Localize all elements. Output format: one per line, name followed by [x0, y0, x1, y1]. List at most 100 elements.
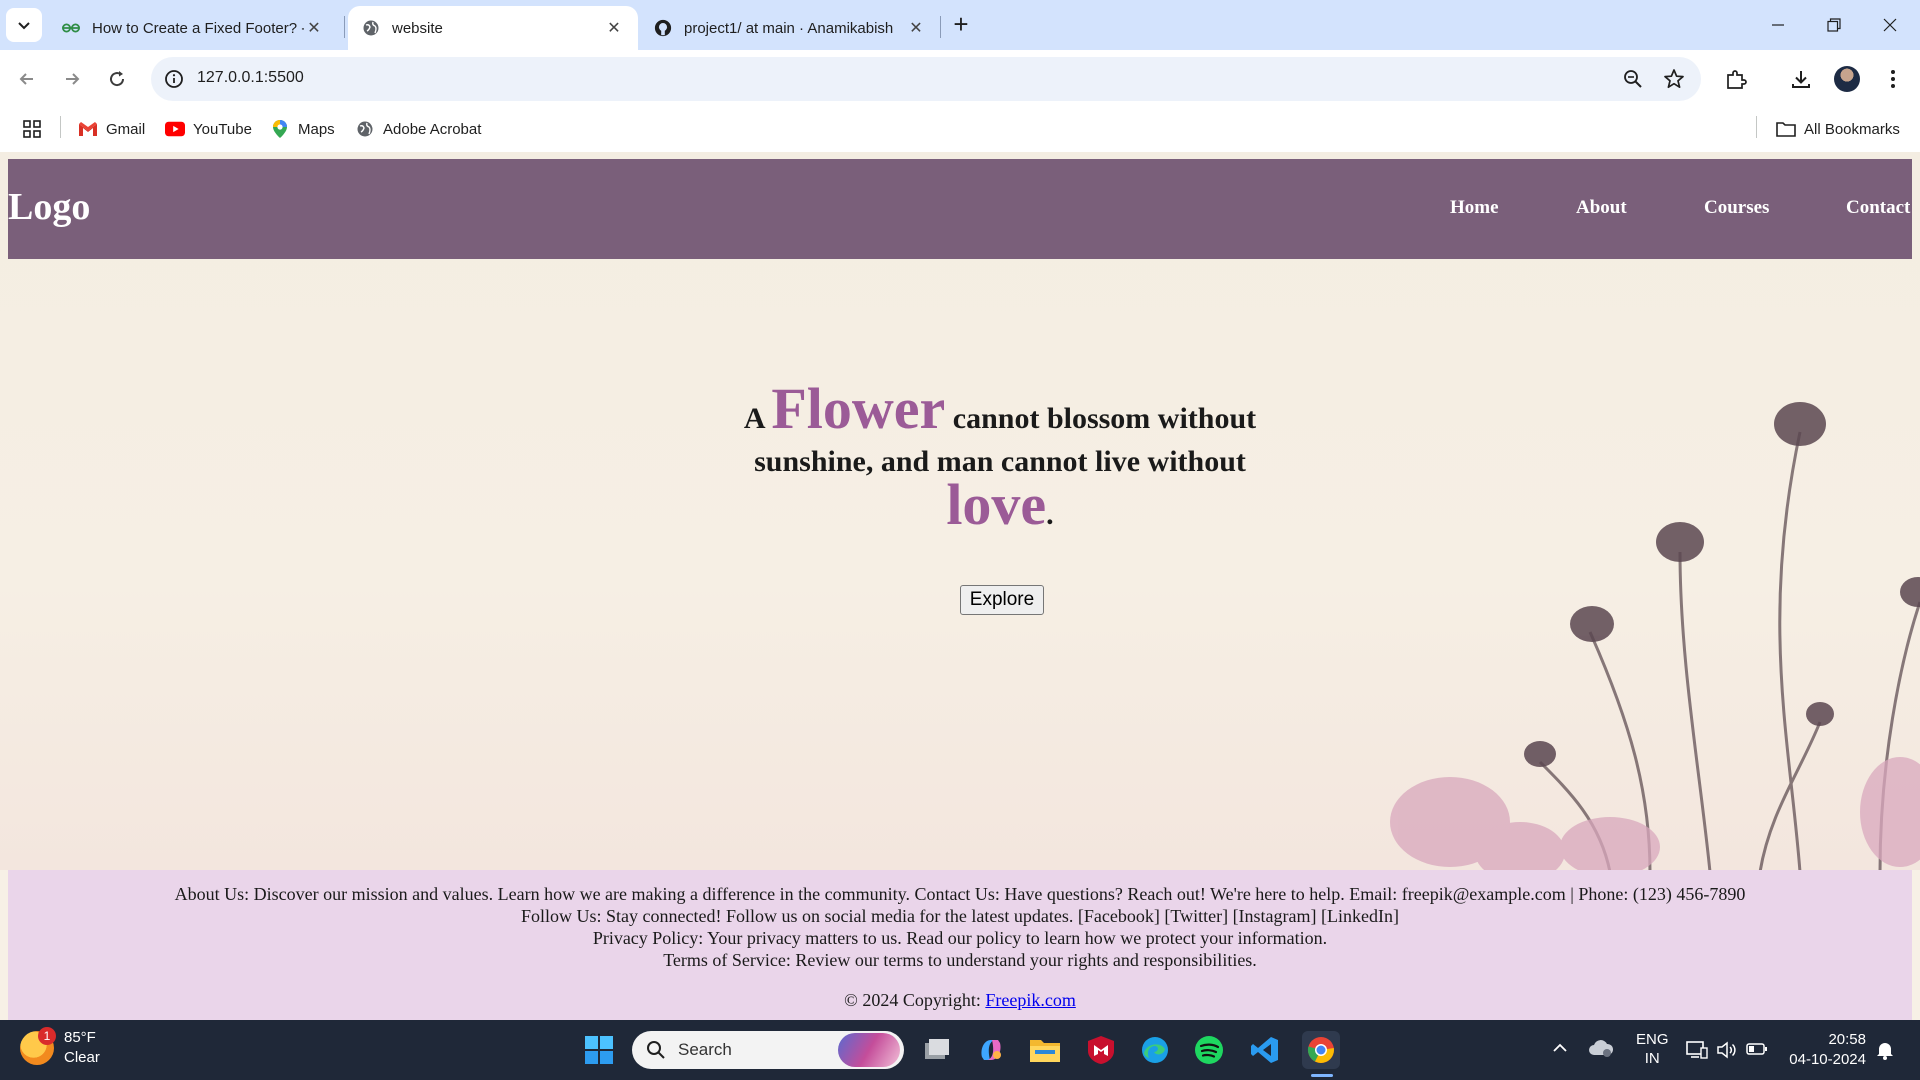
apps-grid-icon [23, 120, 41, 138]
bookmark-gmail[interactable]: Gmail [78, 116, 145, 142]
restore-button[interactable] [1814, 8, 1854, 42]
footer-terms: Terms of Service: Review our terms to un… [663, 950, 1257, 970]
nav-link-home[interactable]: Home [1450, 197, 1499, 219]
language-indicator[interactable]: ENG IN [1636, 1030, 1669, 1068]
close-window-button[interactable] [1870, 8, 1910, 42]
close-icon[interactable]: ✕ [604, 18, 624, 38]
edge-button[interactable] [1136, 1031, 1174, 1069]
reload-button[interactable] [102, 64, 132, 94]
cloud-icon [1589, 1040, 1614, 1057]
task-view-button[interactable] [918, 1031, 956, 1069]
footer-privacy: Privacy Policy: Your privacy matters to … [592, 928, 1328, 948]
github-icon [654, 19, 672, 37]
tab-title: website [392, 19, 443, 37]
apps-button[interactable] [22, 116, 42, 142]
system-clock[interactable]: 20:58 04-10-2024 [1782, 1030, 1866, 1070]
bookmark-label: Gmail [106, 120, 146, 138]
vscode-icon [1251, 1037, 1278, 1063]
bookmark-separator [1756, 116, 1757, 138]
restore-icon [1827, 18, 1841, 32]
all-bookmarks-button[interactable]: All Bookmarks [1776, 116, 1900, 142]
back-button[interactable] [12, 64, 42, 94]
forward-button[interactable] [57, 64, 87, 94]
bookmark-maps[interactable]: Maps [270, 116, 335, 142]
downloads-button[interactable] [1788, 66, 1814, 92]
network-button[interactable] [1686, 1040, 1708, 1064]
tab-search-button[interactable] [6, 8, 42, 42]
all-bookmarks-label: All Bookmarks [1804, 120, 1900, 138]
bookmark-youtube[interactable]: YouTube [165, 116, 252, 142]
folder-icon [1776, 119, 1796, 139]
show-hidden-icons-button[interactable] [1552, 1040, 1568, 1057]
chevron-up-icon [1553, 1043, 1567, 1052]
tab-github[interactable]: project1/ at main · Anamikabish ✕ [640, 6, 940, 50]
copilot-button[interactable] [972, 1031, 1010, 1069]
language-code: ENG [1636, 1031, 1669, 1048]
close-icon [1883, 18, 1897, 32]
quote-highlight-flower: Flower [771, 376, 946, 441]
mcafee-button[interactable] [1082, 1031, 1120, 1069]
nav-link-contact[interactable]: Contact [1846, 197, 1910, 219]
star-icon[interactable] [1663, 68, 1685, 90]
explore-button[interactable]: Explore [960, 585, 1044, 615]
arrow-left-icon [19, 73, 33, 85]
bell-icon [1877, 1043, 1893, 1060]
file-explorer-button[interactable] [1026, 1031, 1064, 1069]
youtube-icon [165, 119, 185, 139]
footer-about: About Us: Discover our mission and value… [174, 884, 1746, 904]
hero-quote: A Flower cannot blossom without sunshine… [700, 380, 1300, 536]
clock-date: 04-10-2024 [1789, 1051, 1866, 1068]
address-bar[interactable]: 127.0.0.1:5500 [151, 57, 1701, 101]
site-logo[interactable]: Logo [8, 185, 90, 229]
info-icon[interactable] [163, 68, 185, 90]
edge-icon [1142, 1037, 1168, 1063]
vscode-button[interactable] [1246, 1031, 1284, 1069]
tab-website[interactable]: website ✕ [348, 6, 638, 50]
battery-icon [1746, 1043, 1767, 1055]
weather-condition: Clear [64, 1049, 100, 1066]
chrome-icon [1307, 1037, 1334, 1063]
bookmark-label: YouTube [193, 120, 252, 138]
quote-text: A [743, 402, 764, 435]
nav-link-about[interactable]: About [1576, 197, 1627, 219]
close-icon[interactable]: ✕ [906, 18, 926, 38]
search-icon [647, 1041, 665, 1059]
battery-button[interactable] [1746, 1041, 1768, 1061]
speaker-icon [1717, 1041, 1736, 1059]
nav-link-courses[interactable]: Courses [1704, 197, 1769, 219]
task-view-icon [925, 1039, 949, 1059]
start-button[interactable] [580, 1031, 618, 1069]
page-viewport: Logo Home About Courses Contact A Flower… [0, 152, 1920, 1020]
bookmark-label: Adobe Acrobat [383, 120, 482, 138]
onedrive-button[interactable] [1588, 1038, 1614, 1062]
spotify-icon [1195, 1036, 1223, 1064]
spotify-button[interactable] [1190, 1031, 1228, 1069]
new-tab-button[interactable]: + [948, 11, 974, 38]
copyright-link[interactable]: Freepik.com [985, 990, 1075, 1010]
chrome-button[interactable] [1302, 1031, 1340, 1069]
tab-separator [344, 16, 345, 38]
bookmark-adobe-acrobat[interactable]: Adobe Acrobat [355, 116, 481, 142]
bookmark-separator [60, 116, 61, 138]
profile-avatar[interactable] [1834, 66, 1860, 92]
zoom-icon[interactable] [1622, 68, 1644, 90]
tab-title: project1/ at main · Anamikabish [684, 19, 894, 37]
close-icon[interactable]: ✕ [304, 18, 324, 38]
weather-widget[interactable]: 1 85°F Clear [20, 1027, 100, 1068]
region-code: IN [1644, 1050, 1660, 1067]
notifications-button[interactable] [1876, 1040, 1894, 1064]
tab-separator [940, 16, 941, 38]
folder-icon [1030, 1040, 1060, 1062]
weather-temp: 85°F [64, 1029, 96, 1046]
url-text[interactable]: 127.0.0.1:5500 [197, 69, 304, 87]
menu-button[interactable] [1880, 66, 1906, 92]
tab-fixed-footer[interactable]: How to Create a Fixed Footer? - ✕ [48, 6, 338, 50]
volume-button[interactable] [1716, 1040, 1738, 1064]
chevron-down-icon [18, 22, 30, 30]
site-navbar: Logo Home About Courses Contact [8, 159, 1912, 259]
taskbar-search[interactable]: Search [632, 1031, 904, 1069]
extensions-button[interactable] [1723, 66, 1749, 92]
gmail-icon [78, 119, 98, 139]
tab-title: How to Create a Fixed Footer? - [92, 19, 304, 37]
minimize-button[interactable] [1758, 8, 1798, 42]
